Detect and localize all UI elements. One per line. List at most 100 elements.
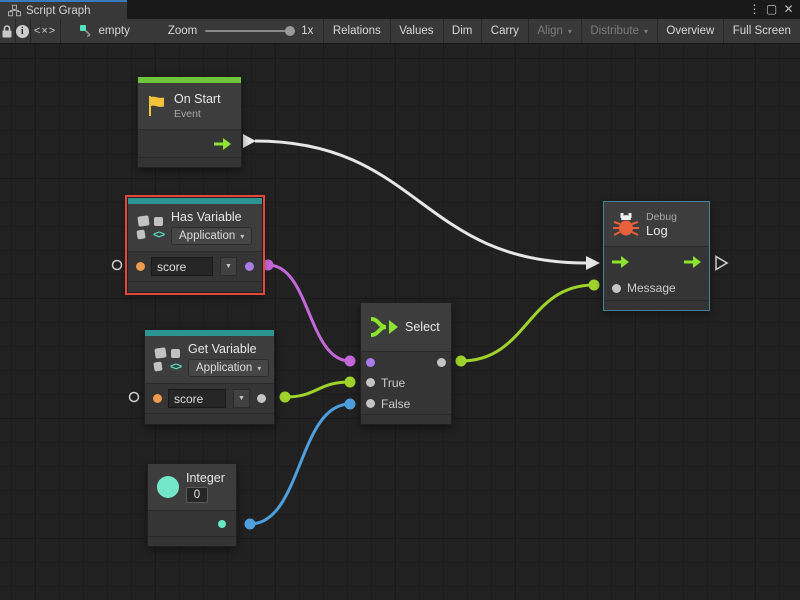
name-input-port[interactable] xyxy=(153,394,162,403)
false-input-port[interactable] xyxy=(366,399,375,408)
wire-end-dot[interactable] xyxy=(589,280,600,291)
wire-end-dot[interactable] xyxy=(345,399,356,410)
wire-hasvariable-to-select[interactable] xyxy=(268,265,350,361)
wire-end-dot[interactable] xyxy=(456,356,467,367)
unconnected-flow-output[interactable] xyxy=(716,257,727,270)
fullscreen-button[interactable]: Full Screen xyxy=(724,19,800,43)
info-icon: i xyxy=(16,25,29,38)
node-on-start[interactable]: On Start Event xyxy=(137,76,242,168)
variable-scope-dropdown[interactable]: Application ▾ xyxy=(171,227,252,245)
bug-icon xyxy=(613,212,639,237)
wire-end-dot[interactable] xyxy=(263,260,274,271)
port-row: False xyxy=(361,393,451,414)
wire-onstart-to-log[interactable] xyxy=(255,141,586,263)
node-integer[interactable]: Integer 0 xyxy=(147,463,237,547)
close-icon[interactable]: ✕ xyxy=(781,1,796,18)
node-title: Select xyxy=(405,320,440,334)
align-label: Align xyxy=(537,25,563,37)
port-row xyxy=(604,246,709,276)
tab-title: Script Graph xyxy=(26,5,91,17)
values-button[interactable]: Values xyxy=(390,19,442,43)
node-footer xyxy=(145,413,274,424)
carry-button[interactable]: Carry xyxy=(482,19,528,43)
chevron-down-icon: ▾ xyxy=(240,232,244,241)
wire-end-dot[interactable] xyxy=(245,519,256,530)
unconnected-port-hotspot[interactable] xyxy=(130,393,139,402)
port-label: Message xyxy=(627,281,676,295)
wire-select-to-log-message[interactable] xyxy=(461,285,594,361)
wire-end-dot[interactable] xyxy=(280,392,291,403)
wire-end-dot[interactable] xyxy=(345,356,356,367)
relations-button[interactable]: Relations xyxy=(324,19,390,43)
selection-output-port[interactable] xyxy=(437,358,446,367)
node-footer xyxy=(604,300,709,310)
node-category: Debug xyxy=(646,211,677,223)
wire-getvariable-to-select-true[interactable] xyxy=(285,382,350,397)
distribute-dropdown: Distribute ▾ xyxy=(581,19,657,43)
node-title: On Start xyxy=(174,92,221,106)
maximize-icon[interactable]: ▢ xyxy=(764,1,779,18)
chevron-down-icon: ▼ xyxy=(238,395,245,402)
tab-bar: Script Graph ⋮ ▢ ✕ xyxy=(0,0,800,19)
node-has-variable[interactable]: <> Has Variable Application ▾ score ▼ xyxy=(127,197,263,293)
select-merge-icon xyxy=(370,316,398,338)
node-footer xyxy=(138,157,241,167)
node-title: Has Variable xyxy=(171,210,252,224)
condition-input-port[interactable] xyxy=(366,358,375,367)
tab-script-graph[interactable]: Script Graph xyxy=(0,0,127,19)
info-button[interactable]: i xyxy=(15,19,30,43)
flow-output-arrow xyxy=(243,134,256,148)
node-get-variable[interactable]: <> Get Variable Application ▾ score ▼ xyxy=(144,329,275,425)
flow-output-port[interactable] xyxy=(214,138,231,150)
distribute-label: Distribute xyxy=(590,25,639,37)
variable-name-field[interactable]: score xyxy=(151,257,213,276)
zoom-slider[interactable] xyxy=(205,30,293,32)
node-footer xyxy=(128,281,262,292)
overview-button[interactable]: Overview xyxy=(657,19,723,43)
node-header: Select xyxy=(361,303,451,351)
variable-picker-button[interactable]: ▼ xyxy=(233,389,250,408)
window-menu-icon[interactable]: ⋮ xyxy=(747,1,762,18)
node-title: Log xyxy=(646,223,677,238)
code-toggle-button[interactable]: <×> xyxy=(30,19,60,43)
node-header: On Start Event xyxy=(138,83,241,129)
name-input-port[interactable] xyxy=(136,262,145,271)
zoom-slider-handle[interactable] xyxy=(285,26,295,36)
dim-button[interactable]: Dim xyxy=(443,19,481,43)
graph-toolbar: i <×> empty Zoom 1x Relations Values Dim… xyxy=(0,19,800,44)
node-footer xyxy=(361,414,451,424)
integer-value-field[interactable]: 0 xyxy=(186,487,208,503)
graph-icon xyxy=(8,4,21,17)
chevron-down-icon: ▾ xyxy=(644,27,648,36)
align-dropdown: Align ▾ xyxy=(528,19,581,43)
flow-output-port[interactable] xyxy=(684,256,701,268)
value-output-port[interactable] xyxy=(218,520,226,528)
breadcrumb-label: empty xyxy=(99,25,130,37)
true-input-port[interactable] xyxy=(366,378,375,387)
port-row xyxy=(148,510,236,536)
flow-input-port[interactable] xyxy=(612,256,629,268)
lock-button[interactable] xyxy=(0,19,15,43)
variable-scope-dropdown[interactable]: Application ▾ xyxy=(188,359,269,377)
node-header: <> Get Variable Application ▾ xyxy=(145,336,274,383)
node-debug-log[interactable]: Debug Log Message xyxy=(603,201,710,311)
flow-input-arrow xyxy=(586,256,600,270)
variable-picker-button[interactable]: ▼ xyxy=(220,257,237,276)
node-title: Get Variable xyxy=(188,342,269,356)
scope-label: Application xyxy=(179,230,235,242)
zoom-label: Zoom xyxy=(168,25,197,37)
zoom-control: Zoom 1x xyxy=(158,19,324,43)
node-header: Debug Log xyxy=(604,202,709,246)
port-label: False xyxy=(381,397,410,411)
node-select[interactable]: Select True False xyxy=(360,302,452,425)
graph-canvas[interactable]: On Start Event <> Has Variable xyxy=(0,44,800,600)
selection-cursor-icon xyxy=(79,24,93,38)
unconnected-port-hotspot[interactable] xyxy=(113,261,122,270)
wire-end-dot[interactable] xyxy=(345,377,356,388)
selection-breadcrumb[interactable]: empty xyxy=(69,19,140,43)
value-output-port[interactable] xyxy=(257,394,266,403)
message-input-port[interactable] xyxy=(612,284,621,293)
variable-name-field[interactable]: score xyxy=(168,389,226,408)
port-row: Message xyxy=(604,276,709,300)
result-output-port[interactable] xyxy=(245,262,254,271)
